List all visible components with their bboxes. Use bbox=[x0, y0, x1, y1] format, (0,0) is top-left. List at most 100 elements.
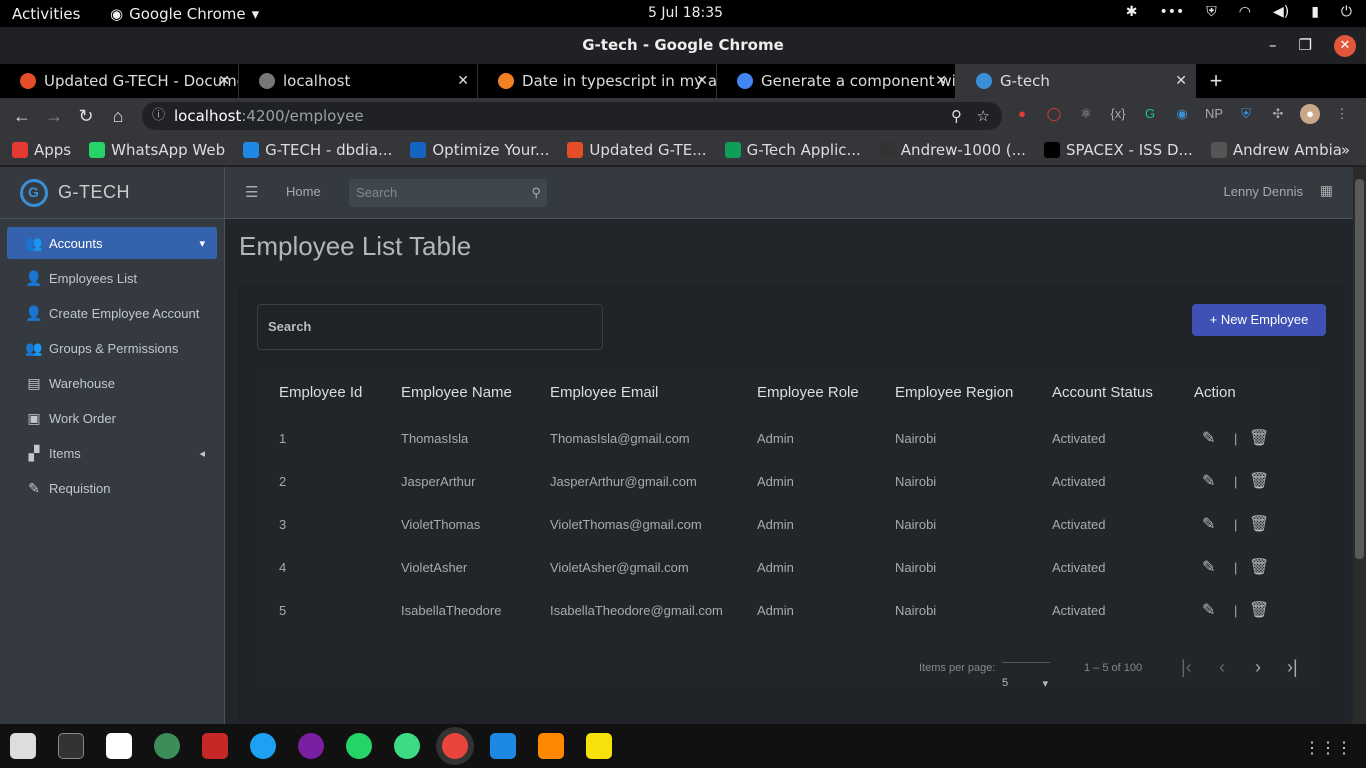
tab-1[interactable]: localhost ✕ bbox=[239, 64, 478, 98]
zoom-icon[interactable]: ⚲ bbox=[951, 102, 962, 130]
show-apps-icon[interactable]: ⋮⋮⋮ bbox=[1304, 738, 1352, 758]
apps-grid-icon[interactable]: ▦ bbox=[1320, 182, 1333, 199]
home-icon[interactable]: ⌂ bbox=[102, 106, 134, 127]
android-studio-icon[interactable] bbox=[394, 733, 420, 759]
close-tab-icon[interactable]: ✕ bbox=[1175, 64, 1187, 98]
column-header[interactable]: Employee Region bbox=[895, 369, 1013, 417]
column-header[interactable]: Employee Id bbox=[279, 369, 362, 417]
column-header[interactable]: Employee Name bbox=[401, 369, 512, 417]
chrome-icon[interactable] bbox=[442, 733, 468, 759]
next-page-icon[interactable]: › bbox=[1255, 657, 1261, 678]
extension-icon[interactable]: {x} bbox=[1108, 104, 1128, 124]
column-header[interactable]: Employee Role bbox=[757, 369, 859, 417]
edit-icon[interactable]: ✎ bbox=[1202, 546, 1215, 589]
reload-icon[interactable]: ↻ bbox=[70, 106, 102, 127]
tab-4[interactable]: G-tech ✕ bbox=[956, 64, 1196, 98]
tab-0[interactable]: Updated G-TECH - Docume ✕ bbox=[0, 64, 239, 98]
info-icon[interactable]: ⓘ bbox=[152, 102, 165, 130]
bookmark-item[interactable]: G-TECH - dbdia... bbox=[243, 141, 392, 159]
edit-icon[interactable]: ✎ bbox=[1202, 589, 1215, 632]
system-tray[interactable]: ✱ ••• ⛨ ◠ ◀) ▮ ⏻ bbox=[1126, 4, 1352, 20]
sidebar-item-accounts[interactable]: 👥 Accounts ▾ bbox=[7, 227, 217, 259]
prev-page-icon[interactable]: ‹ bbox=[1219, 657, 1225, 678]
bookmark-item[interactable]: Andrew Ambia bbox=[1210, 141, 1342, 159]
navbar-search-input[interactable]: Search ⚲ bbox=[349, 179, 547, 207]
vlc-icon[interactable] bbox=[538, 733, 564, 759]
power-icon[interactable]: ⏻ bbox=[1341, 4, 1352, 20]
bookmark-item[interactable]: G-Tech Applic... bbox=[724, 141, 861, 159]
bookmark-item[interactable]: Apps bbox=[12, 141, 71, 159]
whatsapp-icon[interactable] bbox=[346, 733, 372, 759]
close-tab-icon[interactable]: ✕ bbox=[696, 64, 708, 98]
delete-icon[interactable]: 🗑 bbox=[1249, 503, 1269, 546]
vscode-icon[interactable] bbox=[490, 733, 516, 759]
notes-icon[interactable] bbox=[586, 733, 612, 759]
sidebar-item-work-order[interactable]: ▣ Work Order bbox=[7, 401, 217, 436]
grammarly-icon[interactable]: G bbox=[1140, 104, 1160, 124]
slack-icon[interactable] bbox=[106, 733, 132, 759]
delete-icon[interactable]: 🗑 bbox=[1249, 546, 1269, 589]
extension-icon[interactable]: ⛨ bbox=[1236, 104, 1256, 124]
battery-icon[interactable]: ▮ bbox=[1311, 4, 1319, 20]
edit-icon[interactable]: ✎ bbox=[1202, 417, 1215, 460]
slack-tray-icon[interactable]: ✱ bbox=[1126, 4, 1138, 20]
edit-icon[interactable]: ✎ bbox=[1202, 503, 1215, 546]
extension-icon[interactable]: ◯ bbox=[1044, 104, 1064, 124]
volume-icon[interactable]: ◀) bbox=[1273, 4, 1289, 20]
edit-icon[interactable]: ✎ bbox=[1202, 460, 1215, 503]
star-icon[interactable]: ☆ bbox=[977, 102, 990, 130]
activities-button[interactable]: Activities bbox=[12, 5, 80, 23]
extension-icon[interactable]: ● bbox=[1012, 104, 1032, 124]
close-tab-icon[interactable]: ✕ bbox=[457, 64, 469, 98]
sidebar-item-warehouse[interactable]: ▤ Warehouse bbox=[7, 366, 217, 401]
files-icon[interactable] bbox=[10, 733, 36, 759]
close-tab-icon[interactable]: ✕ bbox=[218, 64, 230, 98]
new-tab-icon[interactable]: + bbox=[1196, 64, 1236, 98]
maximize-icon[interactable]: ❐ bbox=[1299, 27, 1312, 64]
clock[interactable]: 5 Jul 18:35 bbox=[648, 5, 723, 21]
brand[interactable]: G-TECH bbox=[0, 167, 224, 219]
sidebar-item-employees-list[interactable]: 👤 Employees List bbox=[7, 261, 217, 296]
column-header[interactable]: Action bbox=[1194, 369, 1236, 417]
app-menu[interactable]: ◉ Google Chrome ▾ bbox=[110, 5, 259, 23]
nav-home-link[interactable]: Home bbox=[286, 184, 321, 199]
extension-icon[interactable]: ◉ bbox=[1172, 104, 1192, 124]
first-page-icon[interactable]: |‹ bbox=[1181, 657, 1192, 678]
terminal-icon[interactable] bbox=[58, 733, 84, 759]
sidebar-item-groups-permissions[interactable]: 👥 Groups & Permissions bbox=[7, 331, 217, 366]
podcast-icon[interactable] bbox=[298, 733, 324, 759]
page-scrollbar[interactable] bbox=[1353, 167, 1366, 724]
bookmark-item[interactable]: SPACEX - ISS D... bbox=[1043, 141, 1193, 159]
react-devtools-icon[interactable]: ⚛ bbox=[1076, 104, 1096, 124]
forward-icon[interactable]: → bbox=[38, 106, 70, 127]
extension-icon[interactable]: NP bbox=[1204, 104, 1224, 124]
hamburger-icon[interactable]: ☰ bbox=[245, 183, 258, 201]
shield-icon[interactable]: ⛨ bbox=[1206, 4, 1217, 20]
last-page-icon[interactable]: ›| bbox=[1287, 657, 1298, 678]
sidebar-item-items[interactable]: ▞ Items ◂ bbox=[7, 436, 217, 471]
extensions-puzzle-icon[interactable]: ✣ bbox=[1268, 104, 1288, 124]
bookmark-item[interactable]: Andrew-1000 (... bbox=[878, 141, 1026, 159]
user-name[interactable]: Lenny Dennis bbox=[1224, 184, 1304, 199]
column-header[interactable]: Account Status bbox=[1052, 369, 1153, 417]
scrollbar-thumb[interactable] bbox=[1355, 179, 1364, 559]
minimize-icon[interactable]: – bbox=[1269, 27, 1277, 64]
menu-icon[interactable]: ⋮ bbox=[1332, 104, 1352, 124]
profile-avatar[interactable]: ● bbox=[1300, 104, 1320, 124]
delete-icon[interactable]: 🗑 bbox=[1249, 589, 1269, 632]
bookmark-item[interactable]: Optimize Your... bbox=[410, 141, 549, 159]
new-employee-button[interactable]: + New Employee bbox=[1192, 304, 1326, 336]
table-search-input[interactable]: Search bbox=[257, 304, 603, 350]
page-size-select[interactable]: 5 ▾ bbox=[1002, 662, 1050, 690]
delete-icon[interactable]: 🗑 bbox=[1249, 460, 1269, 503]
delete-icon[interactable]: 🗑 bbox=[1249, 417, 1269, 460]
wifi-icon[interactable]: ◠ bbox=[1239, 4, 1251, 20]
close-window-icon[interactable]: ✕ bbox=[1334, 34, 1356, 57]
column-header[interactable]: Employee Email bbox=[550, 369, 658, 417]
sidebar-item-create-employee-account[interactable]: 👤 Create Employee Account bbox=[7, 296, 217, 331]
sidebar-item-requistion[interactable]: ✎ Requistion bbox=[7, 471, 217, 506]
back-icon[interactable]: ← bbox=[6, 106, 38, 127]
close-tab-icon[interactable]: ✕ bbox=[935, 64, 947, 98]
bookmark-item[interactable]: Updated G-TE... bbox=[567, 141, 707, 159]
tab-3[interactable]: Generate a component wi ✕ bbox=[717, 64, 956, 98]
